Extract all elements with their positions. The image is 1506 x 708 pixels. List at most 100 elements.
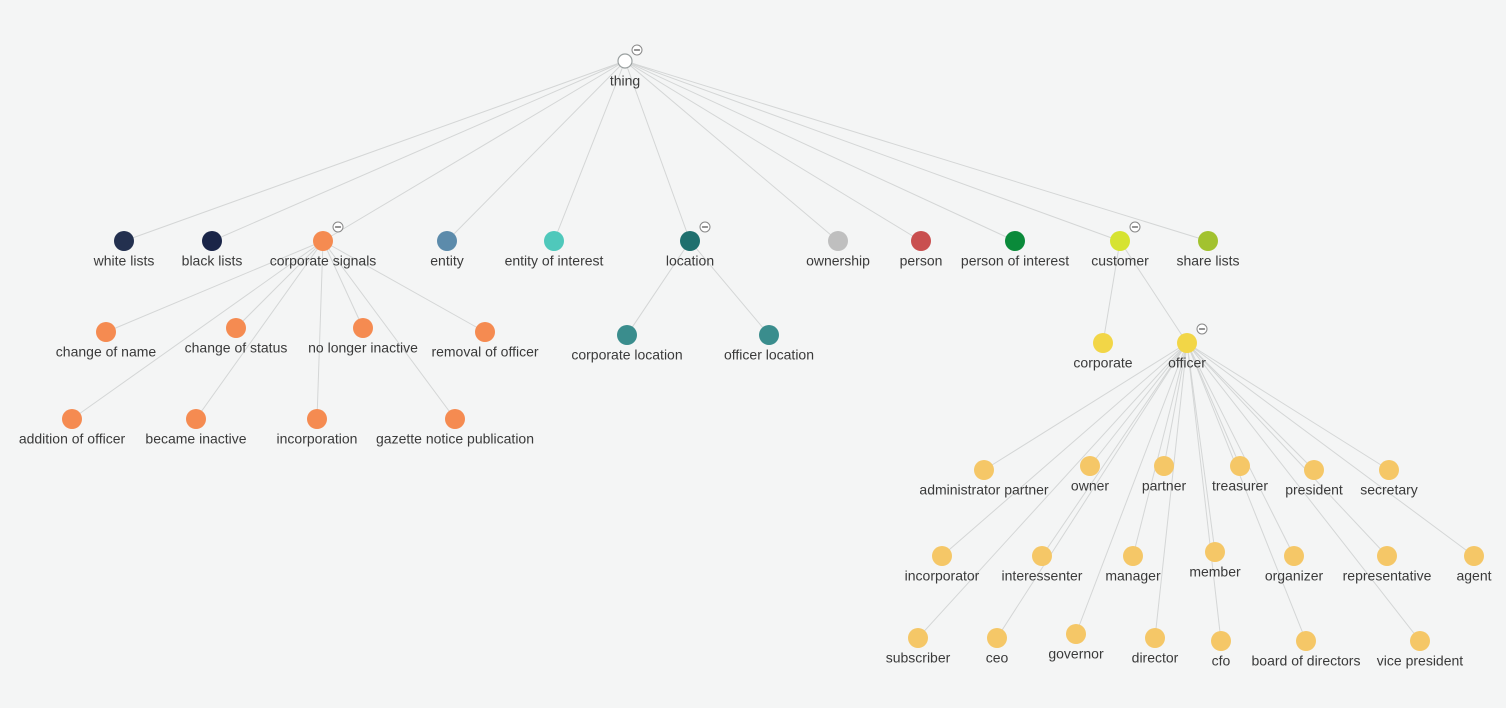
node-dot [1145, 628, 1165, 648]
node-president: president [1285, 460, 1343, 497]
node-corporate_signals[interactable]: corporate signals [270, 222, 377, 268]
node-manager: manager [1105, 546, 1161, 583]
node-became_inactive: became inactive [145, 409, 246, 446]
node-dot [1205, 542, 1225, 562]
node-treasurer: treasurer [1212, 456, 1268, 493]
node-dot [1296, 631, 1316, 651]
node-dot [1123, 546, 1143, 566]
edge-thing-share_lists [625, 61, 1208, 241]
node-dot[interactable] [1110, 231, 1130, 251]
node-subscriber: subscriber [886, 628, 951, 665]
node-location[interactable]: location [666, 222, 714, 268]
node-dot[interactable] [680, 231, 700, 251]
taxonomy-graph[interactable]: thing white lists black lists corporate sig… [0, 0, 1506, 708]
node-label: location [666, 252, 714, 268]
node-dot [828, 231, 848, 251]
node-organizer: organizer [1265, 546, 1324, 583]
node-dot[interactable] [618, 54, 632, 68]
node-admin_partner: administrator partner [919, 460, 1049, 497]
node-dot [475, 322, 495, 342]
node-entity: entity [430, 231, 463, 268]
collapse-toggle[interactable] [1197, 324, 1207, 334]
collapse-toggle[interactable] [632, 45, 642, 55]
node-label: organizer [1265, 567, 1324, 583]
node-change_of_name: change of name [56, 322, 157, 359]
node-dot [1379, 460, 1399, 480]
node-ceo: ceo [986, 628, 1009, 665]
node-dot [96, 322, 116, 342]
node-dot [1032, 546, 1052, 566]
node-label: thing [610, 72, 640, 88]
node-label: officer [1168, 354, 1206, 370]
node-addition_of_officer: addition of officer [19, 409, 126, 446]
node-share_lists: share lists [1176, 231, 1239, 268]
node-governor: governor [1048, 624, 1104, 661]
collapse-toggle[interactable] [1130, 222, 1140, 232]
node-label: white lists [93, 252, 155, 268]
node-label: secretary [1360, 481, 1418, 497]
edge-officer-manager [1133, 343, 1187, 556]
node-dot [114, 231, 134, 251]
edge-thing-person [625, 61, 921, 241]
node-label: officer location [724, 346, 814, 362]
node-dot [1284, 546, 1304, 566]
node-dot[interactable] [1177, 333, 1197, 353]
node-label: removal of officer [431, 343, 538, 359]
edge-thing-black_lists [212, 61, 625, 241]
node-interessenter: interessenter [1002, 546, 1083, 583]
node-label: change of status [185, 339, 288, 355]
collapse-toggle[interactable] [700, 222, 710, 232]
node-corporate: corporate [1073, 333, 1132, 370]
node-label: corporate location [571, 346, 682, 362]
node-label: corporate [1073, 354, 1132, 370]
nodes-layer: thing white lists black lists corporate sig… [19, 45, 1492, 668]
node-person_of_interest: person of interest [961, 231, 1069, 268]
node-cfo: cfo [1211, 631, 1231, 668]
node-representative: representative [1343, 546, 1432, 583]
node-label: no longer inactive [308, 339, 418, 355]
node-dot [987, 628, 1007, 648]
node-entity_of_interest: entity of interest [505, 231, 604, 268]
node-label: entity of interest [505, 252, 604, 268]
node-dot [186, 409, 206, 429]
node-corporate_location: corporate location [571, 325, 682, 362]
node-dot [353, 318, 373, 338]
node-secretary: secretary [1360, 460, 1418, 497]
node-label: gazette notice publication [376, 430, 534, 446]
node-label: board of directors [1252, 652, 1361, 668]
node-label: became inactive [145, 430, 246, 446]
collapse-toggle[interactable] [333, 222, 343, 232]
node-dot [544, 231, 564, 251]
node-label: member [1189, 563, 1241, 579]
node-label: subscriber [886, 649, 951, 665]
node-dot [1093, 333, 1113, 353]
node-person: person [900, 231, 943, 268]
node-label: treasurer [1212, 477, 1268, 493]
node-officer[interactable]: officer [1168, 324, 1207, 370]
node-label: person [900, 252, 943, 268]
node-dot[interactable] [313, 231, 333, 251]
node-incorporation: incorporation [277, 409, 358, 446]
node-partner: partner [1142, 456, 1187, 493]
edge-thing-white_lists [124, 61, 625, 241]
node-dot [437, 231, 457, 251]
node-dot [908, 628, 928, 648]
node-label: owner [1071, 477, 1109, 493]
node-dot [617, 325, 637, 345]
node-label: incorporator [905, 567, 980, 583]
node-label: person of interest [961, 252, 1069, 268]
node-customer[interactable]: customer [1091, 222, 1149, 268]
node-label: corporate signals [270, 252, 377, 268]
node-label: black lists [182, 252, 243, 268]
node-label: entity [430, 252, 463, 268]
node-dot [1304, 460, 1324, 480]
node-label: cfo [1212, 652, 1231, 668]
node-dot [1154, 456, 1174, 476]
node-label: manager [1105, 567, 1161, 583]
node-label: administrator partner [919, 481, 1049, 497]
node-incorporator: incorporator [905, 546, 980, 583]
node-owner: owner [1071, 456, 1109, 493]
node-label: share lists [1176, 252, 1239, 268]
node-no_longer_inactive: no longer inactive [308, 318, 418, 355]
node-label: ceo [986, 649, 1009, 665]
